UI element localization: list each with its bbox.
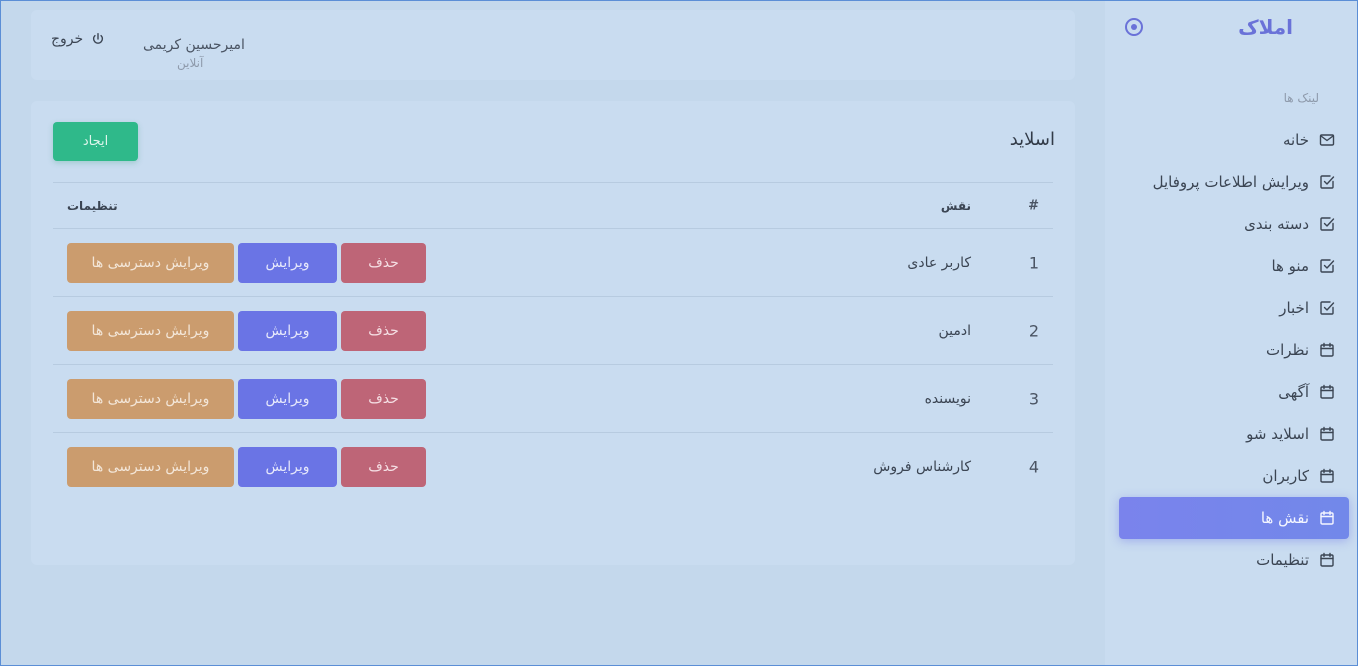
sidebar-item-label: تنظیمات <box>1256 551 1309 569</box>
row-actions: ویرایش دسترسی ها ویرایش حذف <box>67 378 426 419</box>
row-number: 1 <box>1028 253 1039 272</box>
delete-button[interactable]: حذف <box>341 447 426 487</box>
sidebar-item-0[interactable]: خانه <box>1119 119 1349 161</box>
mail-icon <box>1319 134 1335 146</box>
delete-button[interactable]: حذف <box>341 310 426 351</box>
sidebar: املاک لینک ها خانه ویرایش اطلاعات پروفایل… <box>1105 1 1357 665</box>
top-bar: خروج امیرحسین کریمی آنلاین <box>31 10 1075 80</box>
sidebar-item-label: اخبار <box>1279 299 1309 317</box>
edit-permissions-button[interactable]: ویرایش دسترسی ها <box>67 378 234 419</box>
sidebar-nav: خانه ویرایش اطلاعات پروفایل دسته بندی منو ه… <box>1119 119 1349 581</box>
column-header-role: نقش <box>940 198 971 213</box>
row-number: 2 <box>1028 321 1039 340</box>
calendar-icon <box>1320 552 1334 567</box>
row-number: 4 <box>1028 457 1039 477</box>
delete-button[interactable]: حذف <box>341 242 426 283</box>
brand-title[interactable]: املاک <box>1238 15 1293 39</box>
table-row: 3 نویسنده ویرایش دسترسی ها ویرایش حذف <box>53 365 1053 433</box>
calendar-icon <box>1320 342 1334 357</box>
sidebar-item-label: خانه <box>1282 131 1309 149</box>
user-name: امیرحسین کریمی <box>143 37 245 53</box>
calendar-icon <box>1320 468 1334 483</box>
logout-label: خروج <box>51 31 84 47</box>
page-title: اسلاید <box>1009 129 1055 150</box>
edit-permissions-button[interactable]: ویرایش دسترسی ها <box>67 310 234 351</box>
edit-permissions-button[interactable]: ویرایش دسترسی ها <box>67 242 234 283</box>
row-actions: ویرایش دسترسی ها ویرایش حذف <box>67 447 426 487</box>
role-name: کاربر عادی <box>907 254 971 271</box>
row-actions: ویرایش دسترسی ها ویرایش حذف <box>67 242 426 283</box>
sidebar-item-label: اسلاید شو <box>1246 425 1309 443</box>
role-name: نویسنده <box>924 390 971 407</box>
sidebar-item-label: منو ها <box>1271 257 1309 275</box>
sidebar-item-1[interactable]: ویرایش اطلاعات پروفایل <box>1119 161 1349 203</box>
sidebar-item-6[interactable]: آگهی <box>1119 371 1349 413</box>
calendar-icon <box>1320 426 1334 441</box>
row-number: 3 <box>1028 389 1039 408</box>
checkbox-icon <box>1320 301 1335 315</box>
table-row: 4 کارشناس فروش ویرایش دسترسی ها ویرایش حذف <box>53 433 1053 501</box>
sidebar-item-3[interactable]: منو ها <box>1119 245 1349 287</box>
sidebar-item-label: آگهی <box>1278 383 1309 401</box>
sidebar-item-label: نقش ها <box>1260 509 1309 527</box>
row-actions: ویرایش دسترسی ها ویرایش حذف <box>67 310 426 351</box>
sidebar-item-5[interactable]: نظرات <box>1119 329 1349 371</box>
role-name: ادمین <box>938 322 971 339</box>
calendar-icon <box>1320 384 1334 399</box>
column-header-settings: تنظیمات <box>67 198 118 213</box>
sidebar-item-8[interactable]: کاربران <box>1119 455 1349 497</box>
logout-button[interactable]: خروج <box>51 31 105 47</box>
user-status: آنلاین <box>177 56 204 70</box>
delete-button[interactable]: حذف <box>341 378 426 419</box>
sidebar-item-4[interactable]: اخبار <box>1119 287 1349 329</box>
edit-button[interactable]: ویرایش <box>238 378 337 419</box>
role-name: کارشناس فروش <box>873 459 971 475</box>
edit-permissions-button[interactable]: ویرایش دسترسی ها <box>67 447 234 487</box>
sidebar-item-9[interactable]: نقش ها <box>1119 497 1349 539</box>
checkbox-icon <box>1320 217 1335 231</box>
edit-button[interactable]: ویرایش <box>238 310 337 351</box>
edit-button[interactable]: ویرایش <box>238 447 337 487</box>
target-icon[interactable] <box>1125 18 1143 36</box>
roles-card: اسلاید ایجاد # نقش تنظیمات 1 کاربر عادی وی… <box>31 101 1075 565</box>
nav-heading: لینک ها <box>1283 91 1319 105</box>
table-header: # نقش تنظیمات <box>53 182 1053 229</box>
sidebar-item-label: نظرات <box>1265 341 1309 359</box>
sidebar-item-label: ویرایش اطلاعات پروفایل <box>1152 173 1309 191</box>
edit-button[interactable]: ویرایش <box>238 242 337 283</box>
column-header-num: # <box>1028 198 1039 213</box>
table-row: 1 کاربر عادی ویرایش دسترسی ها ویرایش حذف <box>53 229 1053 297</box>
calendar-icon <box>1320 510 1334 525</box>
sidebar-item-10[interactable]: تنظیمات <box>1119 539 1349 581</box>
table-body: 1 کاربر عادی ویرایش دسترسی ها ویرایش حذف 2 ادم… <box>53 229 1053 501</box>
sidebar-item-2[interactable]: دسته بندی <box>1119 203 1349 245</box>
table-row: 2 ادمین ویرایش دسترسی ها ویرایش حذف <box>53 297 1053 365</box>
checkbox-icon <box>1320 175 1335 189</box>
power-icon <box>93 33 104 44</box>
create-button[interactable]: ایجاد <box>53 122 138 161</box>
roles-table: # نقش تنظیمات 1 کاربر عادی ویرایش دسترسی ه… <box>53 182 1053 501</box>
sidebar-item-label: دسته بندی <box>1244 215 1309 233</box>
checkbox-icon <box>1320 259 1335 273</box>
sidebar-item-7[interactable]: اسلاید شو <box>1119 413 1349 455</box>
sidebar-item-label: کاربران <box>1262 467 1309 485</box>
